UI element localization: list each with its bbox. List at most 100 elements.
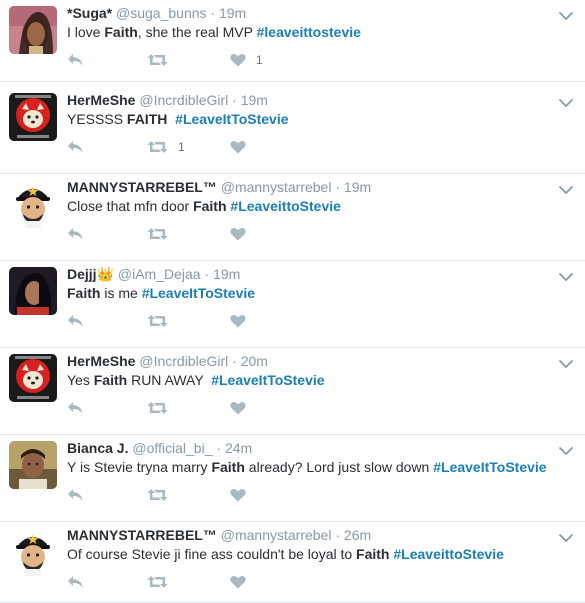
tweet-item[interactable]: HerMeShe @IncrdibleGirl · 20m Yes Faith R… [0, 348, 585, 435]
avatar[interactable] [9, 93, 57, 141]
heart-icon [230, 140, 246, 154]
retweet-button[interactable] [147, 50, 178, 70]
reply-icon [67, 488, 84, 502]
hashtag-link[interactable]: #LeaveItToStevie [433, 459, 546, 475]
tweet-timestamp[interactable]: 19m [241, 92, 268, 108]
tweet-text: Of course Stevie ji fine ass couldn't be… [67, 545, 504, 563]
avatar[interactable] [9, 354, 57, 402]
retweet-icon [147, 314, 168, 328]
heart-icon [230, 53, 246, 67]
user-handle[interactable]: @suga_bunns [116, 5, 207, 21]
tweet-text-segment [167, 111, 175, 127]
hashtag-link[interactable]: #LeaveittoStevie [393, 546, 504, 562]
tweet-item[interactable]: Dejjj👑 @iAm_Dejaa · 19m Faith is me #Leav… [0, 261, 585, 348]
avatar[interactable] [9, 180, 57, 228]
tweet-item[interactable]: MANNYSTARREBEL™ @mannystarrebel · 26m Of … [0, 522, 585, 603]
user-handle[interactable]: @official_bi_ [132, 440, 212, 456]
retweet-button[interactable] [147, 398, 178, 418]
tweet-timestamp[interactable]: 19m [219, 5, 246, 21]
retweet-button[interactable] [147, 485, 178, 505]
chevron-down-icon[interactable] [559, 530, 573, 542]
highlighted-keyword: Faith [104, 24, 138, 40]
display-name[interactable]: HerMeShe [67, 92, 135, 108]
tweet-text-segment: Yes [67, 372, 94, 388]
like-button[interactable] [230, 137, 256, 157]
hashtag-link[interactable]: #LeaveItToStevie [175, 111, 288, 127]
highlighted-keyword: Faith [193, 198, 227, 214]
avatar[interactable] [9, 267, 57, 315]
retweet-button[interactable] [147, 224, 178, 244]
display-name[interactable]: HerMeShe [67, 353, 135, 369]
tweet-timestamp[interactable]: 26m [344, 527, 371, 543]
like-button[interactable] [230, 485, 256, 505]
tweet-item[interactable]: HerMeShe @IncrdibleGirl · 19m YESSSS FAIT… [0, 87, 585, 174]
chevron-down-icon[interactable] [559, 443, 573, 455]
user-handle[interactable]: @iAm_Dejaa [118, 266, 201, 282]
chevron-down-icon[interactable] [559, 356, 573, 368]
reply-icon [67, 53, 84, 67]
tweet-text-segment: already? Lord just slow down [244, 459, 434, 475]
tweet-actions [67, 311, 327, 331]
reply-button[interactable] [67, 224, 84, 244]
highlighted-keyword: Faith [356, 546, 390, 562]
like-button[interactable] [230, 398, 256, 418]
highlighted-keyword: FAITH [126, 111, 168, 127]
tweet-timestamp[interactable]: 20m [241, 353, 268, 369]
chevron-down-icon[interactable] [559, 269, 573, 281]
display-name[interactable]: MANNYSTARREBEL™ [67, 527, 217, 543]
display-name[interactable]: *Suga* [67, 5, 112, 21]
tweet-actions [67, 485, 327, 505]
tweet-header: *Suga* @suga_bunns · 19m [67, 4, 246, 22]
display-name[interactable]: Bianca J. [67, 440, 128, 456]
chevron-down-icon[interactable] [559, 8, 573, 20]
reply-button[interactable] [67, 137, 84, 157]
display-name[interactable]: MANNYSTARREBEL™ [67, 179, 217, 195]
avatar[interactable] [9, 6, 57, 54]
display-name[interactable]: Dejjj👑 [67, 266, 114, 282]
avatar[interactable] [9, 528, 57, 576]
avatar[interactable] [9, 441, 57, 489]
retweet-button[interactable]: 1 [147, 137, 185, 157]
hashtag-link[interactable]: #LeaveItToStevie [142, 285, 255, 301]
tweet-timestamp[interactable]: 19m [344, 179, 371, 195]
like-button[interactable] [230, 224, 256, 244]
tweet-text: Faith is me #LeaveItToStevie [67, 284, 255, 302]
tweet-item[interactable]: MANNYSTARREBEL™ @mannystarrebel · 19m Clo… [0, 174, 585, 261]
tweet-text-segment: Close that mfn door [67, 198, 194, 214]
user-handle[interactable]: @IncrdibleGirl [139, 353, 228, 369]
user-handle[interactable]: @mannystarrebel [221, 179, 332, 195]
highlighted-keyword: Faith [93, 372, 128, 388]
like-button[interactable]: 1 [230, 50, 263, 70]
tweet-item[interactable]: Bianca J. @official_bi_ · 24m Y is Stevie… [0, 435, 585, 522]
heart-icon [230, 314, 246, 328]
reply-button[interactable] [67, 572, 84, 592]
tweet-text: Y is Stevie tryna marry Faith already? L… [67, 458, 547, 476]
chevron-down-icon[interactable] [559, 95, 573, 107]
heart-icon [230, 575, 246, 589]
reply-button[interactable] [67, 311, 84, 331]
tweet-timestamp[interactable]: 24m [225, 440, 252, 456]
reply-button[interactable] [67, 50, 84, 70]
reply-icon [67, 227, 84, 241]
heart-icon [230, 227, 246, 241]
reply-button[interactable] [67, 398, 84, 418]
tweet-text-segment: YESSSS [67, 111, 127, 127]
hashtag-link[interactable]: #leaveittostevie [257, 24, 361, 40]
tweet-item[interactable]: *Suga* @suga_bunns · 19m I love Faith, sh… [0, 0, 585, 82]
user-handle[interactable]: @mannystarrebel [221, 527, 332, 543]
chevron-down-icon[interactable] [559, 182, 573, 194]
like-button[interactable] [230, 572, 256, 592]
like-button[interactable] [230, 311, 256, 331]
tweet-text: YESSSS FAITH #LeaveItToStevie [67, 110, 289, 128]
tweet-timestamp[interactable]: 19m [213, 266, 240, 282]
hashtag-link[interactable]: #LeaveItToStevie [211, 372, 324, 388]
user-handle[interactable]: @IncrdibleGirl [139, 92, 228, 108]
reply-button[interactable] [67, 485, 84, 505]
separator-dot: · [228, 353, 241, 369]
separator-dot: · [228, 92, 241, 108]
retweet-button[interactable] [147, 572, 178, 592]
tweet-text-segment: Y is Stevie tryna marry [67, 459, 212, 475]
tweet-header: HerMeShe @IncrdibleGirl · 20m [67, 352, 268, 370]
retweet-button[interactable] [147, 311, 178, 331]
hashtag-link[interactable]: #LeaveittoStevie [230, 198, 341, 214]
